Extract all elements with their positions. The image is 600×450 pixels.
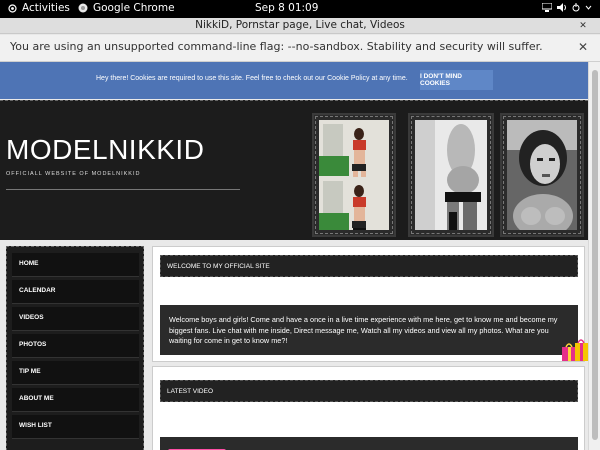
menu-item-tip-me[interactable]: TIP ME [12,361,139,385]
header-divider [6,189,240,190]
menu-item-wish-list[interactable]: WISH LIST [12,415,139,439]
welcome-section: WELCOME TO MY OFFICIAL SITE Welcome boys… [152,246,585,362]
menu-item-photos[interactable]: PHOTOS [12,334,139,358]
clock[interactable]: Sep 8 01:09 [255,2,318,14]
chrome-icon [78,3,88,13]
latest-video-section: LATEST VIDEO [152,366,585,450]
latest-video-box[interactable] [160,437,578,450]
unsupported-flag-infobar: You are using an unsupported command-lin… [0,35,600,62]
sidebar-menu: HOME CALENDAR VIDEOS PHOTOS TIP ME ABOUT… [6,246,144,450]
welcome-text: Welcome boys and girls! Come and have a … [169,315,558,345]
header-photo-1[interactable] [312,113,396,237]
volume-icon [557,3,566,12]
browser-title-bar: NikkiD, Pornstar page, Live chat, Videos… [0,18,600,34]
scrollbar-thumb[interactable] [592,70,598,440]
gift-image [562,339,588,361]
photo-image [415,120,487,230]
header-photo-2[interactable] [408,113,494,237]
window-close-button[interactable]: ✕ [576,19,590,33]
accept-cookies-button[interactable]: I DON'T MIND COOKIES [420,70,493,90]
photo-image [507,120,577,230]
menu-label: HOME [19,260,39,267]
activities-label: Activities [22,2,70,14]
site-tagline: OFFICIALL WEBSITE OF MODELNIKKID [6,171,141,177]
welcome-text-box: Welcome boys and girls! Come and have a … [160,305,578,355]
site-logo[interactable]: MODELNIKKID [6,134,204,166]
cookie-banner: Hey there! Cookies are required to use t… [0,62,588,99]
latest-video-heading-bar: LATEST VIDEO [160,380,578,402]
window-title: NikkiD, Pornstar page, Live chat, Videos [195,19,405,31]
site-header: MODELNIKKID OFFICIALL WEBSITE OF MODELNI… [0,100,588,240]
menu-label: PHOTOS [19,341,47,348]
activities-button[interactable]: Activities [8,2,70,14]
menu-label: CALENDAR [19,287,56,294]
welcome-heading: WELCOME TO MY OFFICIAL SITE [167,263,270,270]
app-name: Google Chrome [93,2,175,14]
photo-image [319,120,389,230]
page-scrollbar[interactable] [588,62,600,450]
welcome-heading-bar: WELCOME TO MY OFFICIAL SITE [160,255,578,277]
gift-icon[interactable] [560,337,590,363]
menu-item-home[interactable]: HOME [12,253,139,277]
latest-video-heading: LATEST VIDEO [167,388,213,395]
power-icon [572,3,580,12]
system-tray[interactable] [542,3,592,12]
activities-icon [8,3,17,13]
menu-label: VIDEOS [19,314,44,321]
close-icon: ✕ [579,21,587,31]
cookie-text: Hey there! Cookies are required to use t… [96,75,408,82]
menu-label: TIP ME [19,368,41,375]
app-menu[interactable]: Google Chrome [78,2,175,14]
close-icon: ✕ [577,40,588,54]
menu-label: WISH LIST [19,422,52,429]
web-page: Hey there! Cookies are required to use t… [0,62,600,450]
menu-item-about-me[interactable]: ABOUT ME [12,388,139,412]
network-icon [542,3,552,12]
menu-item-calendar[interactable]: CALENDAR [12,280,139,304]
menu-item-videos[interactable]: VIDEOS [12,307,139,331]
header-photo-3[interactable] [500,113,584,237]
infobar-close-button[interactable]: ✕ [578,40,588,54]
system-top-bar: Activities Google Chrome Sep 8 01:09 [0,0,600,18]
infobar-message: You are using an unsupported command-lin… [10,40,543,53]
menu-label: ABOUT ME [19,395,54,402]
chevron-down-icon [585,5,592,10]
